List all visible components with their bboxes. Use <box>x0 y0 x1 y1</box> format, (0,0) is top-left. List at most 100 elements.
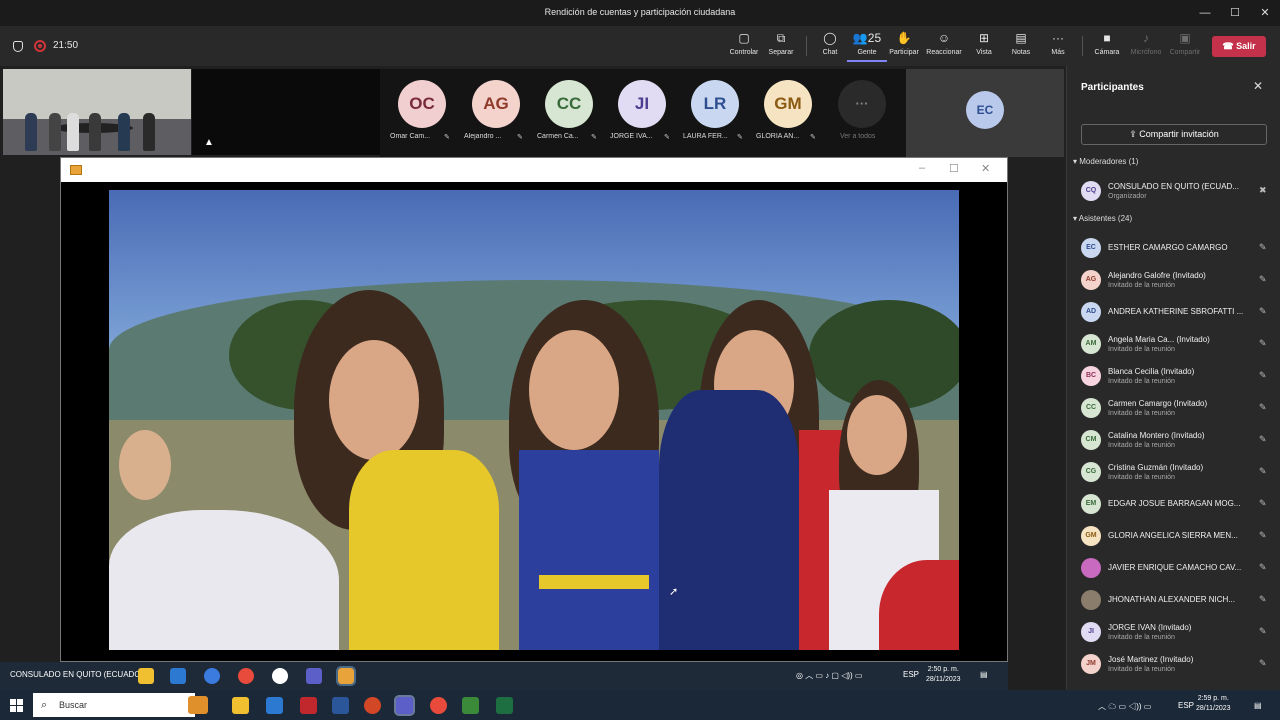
app-icon[interactable] <box>462 697 479 714</box>
controlar-button[interactable]: ▢ Controlar <box>724 30 764 62</box>
spotlight-tile[interactable]: EC <box>906 69 1064 157</box>
more-participants-button[interactable]: ··· <box>838 80 886 128</box>
avatar-name: GLORIA AN... <box>756 133 800 140</box>
language-indicator[interactable]: ESP <box>1178 701 1194 710</box>
mic-icon[interactable]: ✎ <box>1259 306 1267 317</box>
participant-row[interactable]: JHONATHAN ALEXANDER NICH... ✎ <box>1081 586 1271 614</box>
maximize-button[interactable]: ☐ <box>1220 0 1250 26</box>
mic-icon[interactable]: ✎ <box>1259 562 1267 573</box>
mic-icon[interactable]: ✎ <box>1259 626 1267 637</box>
participant-row[interactable]: AG Alejandro Galofre (Invitado) Invitado… <box>1081 266 1271 294</box>
participant-row[interactable]: CQ CONSULADO EN QUITO (ECUAD... Organiza… <box>1081 177 1271 205</box>
chat-button[interactable]: ◯ Chat <box>810 30 850 62</box>
mic-icon[interactable]: ✎ <box>1259 594 1267 605</box>
avatar: CM <box>1081 430 1101 450</box>
meeting-toolbar: 21:50 ▢ Controlar ⧉ Separar ◯ Chat 👥25 G… <box>0 26 1280 66</box>
person-figure <box>25 113 37 151</box>
camara-button[interactable]: ■ Cámara <box>1087 30 1127 62</box>
participant-row[interactable]: BC Blanca Cecilia (Invitado) Invitado de… <box>1081 362 1271 390</box>
avatar[interactable]: CC <box>545 80 593 128</box>
participant-row[interactable]: EM EDGAR JOSUE BARRAGAN MOG... ✎ <box>1081 490 1271 518</box>
window-title: Rendición de cuentas y participación ciu… <box>544 7 736 17</box>
excel-icon[interactable] <box>496 697 513 714</box>
popout-icon: ⧉ <box>776 31 786 45</box>
avatar[interactable]: LR <box>691 80 739 128</box>
separar-button[interactable]: ⧉ Separar <box>761 30 801 62</box>
participant-row[interactable]: CM Catalina Montero (Invitado) Invitado … <box>1081 426 1271 454</box>
microfono-button[interactable]: ♪ Micrófono <box>1126 30 1166 62</box>
teams-icon[interactable] <box>394 695 415 716</box>
participant-row[interactable]: CG Cristina Guzmán (Invitado) Invitado d… <box>1081 458 1271 486</box>
file-explorer-icon[interactable] <box>232 697 249 714</box>
participant-row[interactable]: JAVIER ENRIQUE CAMACHO CAV... ✎ <box>1081 554 1271 582</box>
mic-icon[interactable]: ✎ <box>1259 658 1267 669</box>
participant-row[interactable]: JM José Martinez (Invitado) Invitado de … <box>1081 650 1271 678</box>
participant-row[interactable]: EC ESTHER CAMARGO CAMARGO ✎ <box>1081 234 1271 262</box>
close-button[interactable]: ✕ <box>1250 0 1280 26</box>
raise-hand-icon: ✋ <box>896 31 912 45</box>
app-icon[interactable] <box>300 697 317 714</box>
minimize-button[interactable]: — <box>1190 0 1220 26</box>
participant-row[interactable]: GM GLORIA ANGELICA SIERRA MEN... ✎ <box>1081 522 1271 550</box>
mic-icon[interactable]: ✎ <box>1259 434 1267 445</box>
notification-icon[interactable]: ▤ <box>1254 701 1262 710</box>
taskbar-search-input[interactable]: ⌕ Buscar <box>33 693 195 717</box>
participant-name: ESTHER CAMARGO CAMARGO <box>1108 243 1228 252</box>
participant-row[interactable]: CC Carmen Camargo (Invitado) Invitado de… <box>1081 394 1271 422</box>
compartir-button[interactable]: ▣ Compartir <box>1165 30 1205 62</box>
attendees-section-header[interactable]: ▾ Asistentes (24) <box>1073 214 1132 223</box>
participant-role: Invitado de la reunión <box>1108 282 1175 289</box>
avatar <box>1081 590 1101 610</box>
child-face <box>847 395 907 475</box>
mic-icon[interactable]: ✎ <box>1259 498 1267 509</box>
gente-button[interactable]: 👥25 Gente <box>847 30 887 62</box>
room-camera-tile[interactable] <box>3 69 191 155</box>
notas-button[interactable]: ▤ Notas <box>1001 30 1041 62</box>
avatar[interactable]: JI <box>618 80 666 128</box>
person-figure <box>49 113 61 151</box>
mas-button[interactable]: ··· Más <box>1038 30 1078 62</box>
shared-screen: – ☐ ✕ ➚ <box>60 157 1008 662</box>
moderators-section-header[interactable]: ▾ Moderadores (1) <box>1073 157 1138 166</box>
taskbar-clock[interactable]: 2:59 p. m. 28/11/2023 <box>1196 694 1231 714</box>
muted-mic-icon[interactable]: ✖ <box>1259 185 1267 196</box>
mic-icon[interactable]: ✎ <box>1259 370 1267 381</box>
avatar[interactable]: GM <box>764 80 812 128</box>
tray-icons[interactable]: ︿ ☁ ▭ ◁)) ▭ <box>1098 701 1151 712</box>
child-face <box>119 430 171 500</box>
control-icon: ▢ <box>738 31 750 45</box>
mic-icon[interactable]: ✎ <box>1259 402 1267 413</box>
powerpoint-icon[interactable] <box>364 697 381 714</box>
briefcase-icon[interactable] <box>188 696 208 714</box>
participant-role: Invitado de la reunión <box>1108 346 1175 353</box>
shared-window-titlebar: – ☐ ✕ <box>61 158 1007 182</box>
participant-row[interactable]: AM Angela Maria Ca... (Invitado) Invitad… <box>1081 330 1271 358</box>
share-invite-button[interactable]: ⇪ Compartir invitación <box>1081 124 1267 145</box>
participar-button[interactable]: ✋ Participar <box>884 30 924 62</box>
chat-icon: ◯ <box>823 31 837 45</box>
phone-icon: ☎ <box>1222 41 1237 51</box>
mouse-cursor-icon: ▲ <box>204 137 214 148</box>
chrome-icon[interactable] <box>430 697 447 714</box>
avatar-name: Alejandro ... <box>464 133 502 140</box>
mic-icon[interactable]: ✎ <box>1259 466 1267 477</box>
outlook-icon[interactable] <box>266 697 283 714</box>
word-icon[interactable] <box>332 697 349 714</box>
vista-button[interactable]: ⊞ Vista <box>964 30 1004 62</box>
participant-row[interactable]: JI JORGE IVAN (Invitado) Invitado de la … <box>1081 618 1271 646</box>
mic-icon[interactable]: ✎ <box>1259 274 1267 285</box>
avatar: AG <box>1081 270 1101 290</box>
close-icon: ✕ <box>981 163 991 175</box>
mic-icon[interactable]: ✎ <box>1259 242 1267 253</box>
avatar-name: Carmen Ca... <box>537 133 579 140</box>
avatar[interactable]: AG <box>472 80 520 128</box>
close-icon[interactable]: ✕ <box>1253 79 1263 93</box>
mic-icon[interactable]: ✎ <box>1259 338 1267 349</box>
participant-row[interactable]: AD ANDREA KATHERINE SBROFATTI ... ✎ <box>1081 298 1271 326</box>
avatar[interactable]: OC <box>398 80 446 128</box>
mic-icon[interactable]: ✎ <box>1259 530 1267 541</box>
windows-start-icon[interactable] <box>10 699 23 712</box>
reaccionar-button[interactable]: ☺ Reaccionar <box>924 30 964 62</box>
leave-button[interactable]: ☎ Salir <box>1212 36 1266 57</box>
see-all-label[interactable]: Ver a todos <box>840 133 900 140</box>
